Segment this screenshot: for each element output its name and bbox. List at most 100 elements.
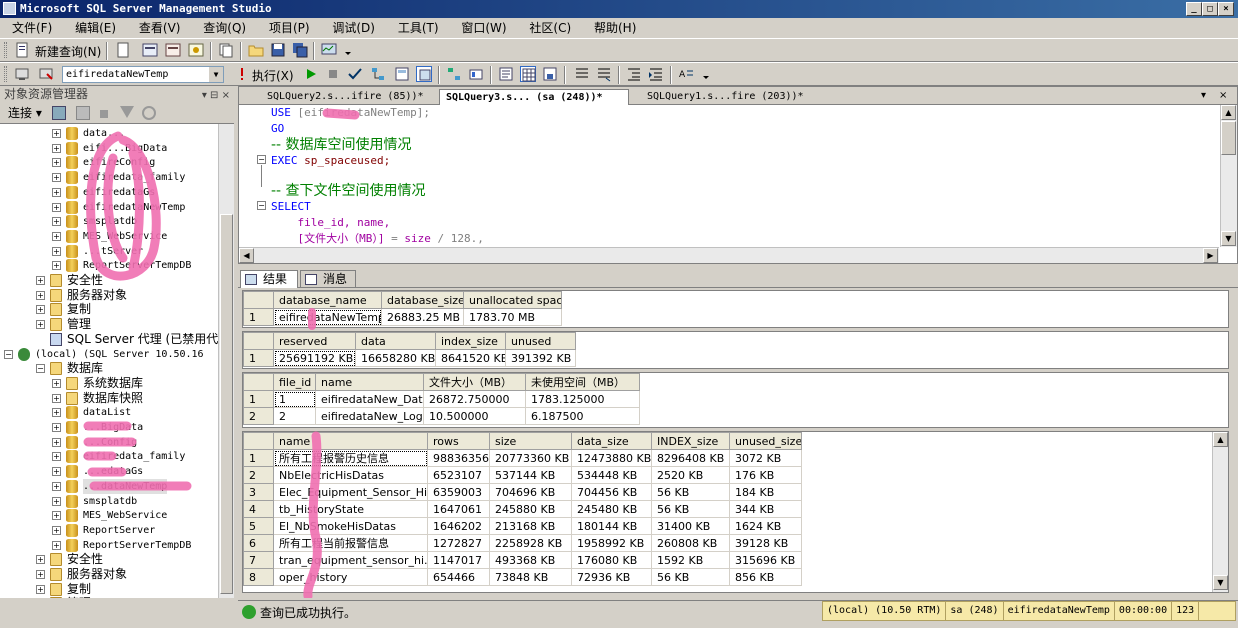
collapse-icon[interactable]: − xyxy=(4,349,13,359)
menu-tools[interactable]: 工具(T) xyxy=(386,18,446,38)
copy-icon[interactable] xyxy=(218,42,234,58)
row-number[interactable]: 6 xyxy=(243,534,274,552)
table-cell[interactable]: 39128 KB xyxy=(729,534,802,552)
parse-check-icon[interactable] xyxy=(347,66,363,82)
table-cell[interactable]: 176 KB xyxy=(729,466,802,484)
expand-icon[interactable]: + xyxy=(52,217,61,227)
expand-icon[interactable]: + xyxy=(52,393,61,403)
table-cell[interactable]: 534448 KB xyxy=(571,466,652,484)
expand-icon[interactable]: + xyxy=(52,143,61,153)
mdx-query-icon[interactable] xyxy=(142,42,158,58)
increase-indent-icon[interactable] xyxy=(648,66,664,82)
column-header[interactable]: database_name xyxy=(273,291,382,309)
expand-icon[interactable]: + xyxy=(52,378,61,388)
table-cell[interactable]: eifiredataNewTemp xyxy=(273,308,382,326)
column-header[interactable]: INDEX_size xyxy=(651,432,730,450)
table-cell[interactable]: NbElectricHisDatas xyxy=(273,466,428,484)
grid-corner[interactable] xyxy=(243,291,274,309)
table-cell[interactable]: 1624 KB xyxy=(729,517,802,535)
connect-icon[interactable] xyxy=(14,66,30,82)
close-button[interactable]: × xyxy=(1218,2,1234,16)
table-cell[interactable]: 1783.70 MB xyxy=(463,308,562,326)
expand-icon[interactable]: + xyxy=(52,202,61,212)
table-cell[interactable]: 180144 KB xyxy=(571,517,652,535)
table-row[interactable]: 1 eifiredataNewTemp 26883.25 MB 1783.70 MB xyxy=(243,308,562,326)
xmla-query-icon[interactable] xyxy=(188,42,204,58)
tree-database-node[interactable]: + eifiredata_family xyxy=(0,170,218,185)
table-cell[interactable]: 2520 KB xyxy=(651,466,730,484)
row-number[interactable]: 1 xyxy=(243,349,274,367)
comment-icon[interactable] xyxy=(574,66,590,82)
table-row[interactable]: 5 El_NbSmokeHisDatas 1646202 213168 KB 18014… xyxy=(243,517,802,535)
tab-sqlquery3[interactable]: SQLQuery3.s... (sa (248))* xyxy=(439,89,629,105)
table-cell[interactable]: 所有工程当前报警信息 xyxy=(273,534,428,552)
table-cell[interactable]: 56 KB xyxy=(651,500,730,518)
table-cell[interactable]: 16658280 KB xyxy=(355,349,436,367)
grid-corner[interactable] xyxy=(243,373,274,391)
table-cell[interactable]: El_NbSmokeHisDatas xyxy=(273,517,428,535)
row-number[interactable]: 2 xyxy=(243,466,274,484)
menu-edit[interactable]: 编辑(E) xyxy=(63,18,123,38)
table-row[interactable]: 7 tran_equipment_sensor_hi... 1147017 49336… xyxy=(243,551,802,569)
table-row[interactable]: 2 2 eifiredataNew_Log 10.500000 6.187500 xyxy=(243,407,640,425)
table-cell[interactable]: 73848 KB xyxy=(489,568,572,586)
table-row[interactable]: 8 oper_history 654466 73848 KB 72936 KB 56 KB… xyxy=(243,568,802,586)
table-cell[interactable]: 31400 KB xyxy=(651,517,730,535)
tree-database-node[interactable]: + data... xyxy=(0,126,218,141)
results-grid-icon[interactable] xyxy=(520,66,536,82)
editor-vscrollbar[interactable]: ▲ ▼ xyxy=(1220,105,1237,247)
tree-folder-node[interactable]: + 复制 xyxy=(0,582,218,597)
open-folder-icon[interactable] xyxy=(248,42,264,58)
new-file-icon[interactable] xyxy=(115,42,131,58)
scroll-up-icon[interactable]: ▲ xyxy=(1213,432,1228,447)
table-cell[interactable]: 所有工程报警历史信息 xyxy=(273,449,428,467)
table-row[interactable]: 1 所有工程报警历史信息 98836356 20773360 KB 12473880 K… xyxy=(243,449,802,467)
tree-database-node[interactable]: + ReportServer xyxy=(0,523,218,538)
change-connection-icon[interactable] xyxy=(38,66,54,82)
expand-icon[interactable]: + xyxy=(52,129,61,138)
execute-button[interactable]: 执行(X) xyxy=(252,67,294,84)
menu-window[interactable]: 窗口(W) xyxy=(449,18,513,38)
table-cell[interactable]: 1592 KB xyxy=(651,551,730,569)
column-header[interactable]: name xyxy=(273,432,428,450)
menu-project[interactable]: 项目(P) xyxy=(257,18,317,38)
table-cell[interactable]: 176080 KB xyxy=(571,551,652,569)
expand-icon[interactable]: + xyxy=(52,408,61,418)
tree-node[interactable]: − (local) (SQL Server 10.50.16 xyxy=(0,347,218,362)
table-cell[interactable]: eifiredataNew_Log xyxy=(315,407,424,425)
table-cell[interactable]: 537144 KB xyxy=(489,466,572,484)
database-select[interactable]: eifiredataNewTemp ▼ xyxy=(62,66,224,83)
row-number[interactable]: 2 xyxy=(243,407,274,425)
column-header[interactable]: database_size xyxy=(381,291,464,309)
column-header[interactable]: unused xyxy=(505,332,576,350)
menu-file[interactable]: 文件(F) xyxy=(0,18,59,38)
collapse-icon[interactable]: − xyxy=(36,364,45,374)
table-cell[interactable]: tb_HistoryState xyxy=(273,500,428,518)
row-number[interactable]: 3 xyxy=(243,483,274,501)
table-cell[interactable]: 26883.25 MB xyxy=(381,308,464,326)
results-grid-2[interactable]: reserved data index_size unused 1 25691192 KB… xyxy=(242,331,1229,369)
column-header[interactable]: data xyxy=(355,332,436,350)
object-explorer-scrollbar[interactable] xyxy=(218,124,234,598)
menu-help[interactable]: 帮助(H) xyxy=(582,18,643,38)
tree-folder-node[interactable]: + 安全性 xyxy=(0,273,218,288)
table-cell[interactable]: 1958992 KB xyxy=(571,534,652,552)
tree-database-node[interactable]: + MES_WebService xyxy=(0,229,218,244)
column-header[interactable]: unallocated space xyxy=(463,291,562,309)
expand-icon[interactable]: + xyxy=(52,158,61,168)
column-header[interactable]: name xyxy=(315,373,424,391)
table-cell[interactable]: 654466 xyxy=(427,568,490,586)
connect-object-icon[interactable] xyxy=(52,106,66,120)
connect-button[interactable]: 连接 xyxy=(8,106,32,120)
table-cell[interactable]: 2 xyxy=(273,407,316,425)
column-header[interactable]: data_size xyxy=(571,432,652,450)
tree-database-node[interactable]: + ReportServerTempDB xyxy=(0,258,218,273)
table-cell[interactable]: 26872.750000 xyxy=(423,390,526,408)
column-header[interactable]: file_id xyxy=(273,373,316,391)
expand-icon[interactable]: + xyxy=(36,584,45,594)
expand-icon[interactable]: + xyxy=(36,305,45,315)
column-header[interactable]: 未使用空间（MB） xyxy=(525,373,640,391)
table-cell[interactable]: 10.500000 xyxy=(423,407,526,425)
results-scrollbar[interactable]: ▲ ▼ xyxy=(1212,432,1228,592)
table-cell[interactable]: 184 KB xyxy=(729,483,802,501)
